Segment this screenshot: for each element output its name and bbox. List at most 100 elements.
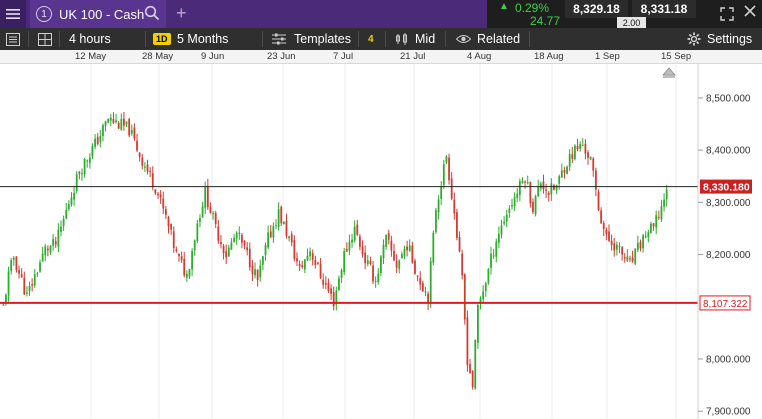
candle-body (133, 127, 136, 139)
candle-body (416, 275, 419, 277)
candle-body (209, 207, 212, 214)
candle-body (311, 253, 314, 260)
candle-body (94, 138, 96, 147)
change-points: 24.77 (530, 14, 561, 28)
price-chart[interactable]: 8,500.000 8,400.000 8,300.000 8,200.000 8,00… (0, 64, 762, 419)
candle-body (28, 285, 31, 292)
candle-body (379, 256, 382, 274)
period-badge[interactable]: 1D (153, 28, 171, 50)
settings-button[interactable]: Settings (707, 28, 752, 50)
date-axis: 12 May 28 May 9 Jun 23 Jun 7 Jul 21 Jul … (0, 50, 762, 64)
candle-body (340, 270, 343, 278)
candle-body (647, 232, 650, 238)
candle-body (123, 118, 125, 126)
candle-body (550, 183, 553, 195)
candle-body (579, 144, 582, 149)
search-icon[interactable] (144, 5, 160, 21)
related-button[interactable]: Related (477, 28, 520, 50)
candle-body (400, 254, 403, 259)
candle-body (167, 217, 170, 227)
add-tab-button[interactable]: + (176, 3, 187, 24)
candle-body (547, 192, 550, 196)
candle-body (285, 220, 288, 237)
candle-body (183, 258, 186, 276)
level-price-label: 8,107.322 (703, 299, 748, 310)
candle-body (458, 236, 461, 252)
candle-body (372, 265, 374, 282)
candle-body (144, 166, 146, 168)
candle-body (246, 247, 249, 251)
candle-body (267, 232, 270, 248)
up-arrow-icon: ▲ (499, 1, 509, 12)
period-selector[interactable]: 5 Months (177, 28, 228, 50)
y-tick-label: 8,300.000 (706, 198, 751, 209)
interval-selector[interactable]: 4 hours (69, 28, 111, 50)
candle-body (516, 193, 519, 198)
instrument-tab[interactable]: 1 UK 100 - Cash (30, 0, 166, 28)
panel-layout-icon[interactable] (6, 28, 20, 50)
candle-body (199, 218, 201, 222)
grid-layout-icon[interactable] (38, 28, 52, 50)
close-icon[interactable] (743, 4, 757, 22)
candle-body (568, 154, 571, 167)
y-tick-label: 8,000.000 (706, 354, 751, 365)
candle-body (338, 278, 340, 290)
buy-price-button[interactable]: 8,331.18 (632, 0, 696, 18)
candle-body (356, 224, 359, 235)
candle-body (309, 251, 311, 257)
sell-price-button[interactable]: 8,329.18 (565, 0, 628, 18)
candle-body (440, 186, 443, 199)
scroll-to-latest-icon[interactable] (662, 67, 676, 76)
candle-body (191, 251, 193, 270)
y-tick-label: 8,500.000 (706, 93, 751, 104)
candle-body (162, 198, 165, 209)
candle-body (469, 364, 471, 374)
price-type-icon[interactable] (395, 28, 409, 50)
candle-body (83, 159, 86, 175)
candle-body (366, 260, 369, 264)
templates-icon[interactable] (272, 28, 286, 50)
candle-body (201, 206, 204, 218)
candle-body (539, 183, 542, 189)
candle-body (382, 244, 385, 258)
current-price-label: 8,330.180 (703, 182, 750, 194)
candle-body (634, 248, 637, 264)
candle-body (196, 223, 199, 241)
candle-body (432, 232, 435, 263)
candle-body (492, 255, 495, 257)
candle-body (361, 246, 364, 255)
candle-body (429, 261, 432, 305)
candle-body (571, 154, 574, 159)
candle-body (125, 121, 128, 125)
candle-body (31, 283, 34, 286)
candle-body (107, 119, 110, 123)
candle-body (629, 258, 631, 260)
candle-body (421, 283, 424, 292)
gear-icon[interactable] (687, 28, 701, 50)
candle-body (91, 146, 94, 157)
candle-body (222, 246, 225, 254)
candle-body (99, 136, 102, 143)
candle-body (351, 239, 353, 243)
candle-body (521, 181, 524, 184)
candle-body (553, 185, 555, 190)
candle-body (62, 218, 65, 226)
candle-body (272, 226, 275, 238)
candle-body (314, 259, 317, 265)
candle-body (563, 169, 566, 173)
candle-body (377, 273, 380, 283)
candle-body (49, 245, 52, 253)
templates-button[interactable]: Templates (294, 28, 351, 50)
candle-body (264, 245, 267, 256)
candle-body (500, 225, 503, 235)
hamburger-icon[interactable] (0, 0, 26, 28)
candle-body (511, 204, 513, 207)
expand-icon[interactable] (720, 7, 734, 24)
candle-body (44, 246, 47, 256)
eye-icon[interactable] (456, 28, 471, 50)
candle-body (424, 291, 427, 293)
date-tick: 15 Sep (661, 51, 692, 62)
candle-body (288, 236, 291, 239)
tab-number: 1 (36, 6, 52, 22)
price-type-selector[interactable]: Mid (415, 28, 435, 50)
